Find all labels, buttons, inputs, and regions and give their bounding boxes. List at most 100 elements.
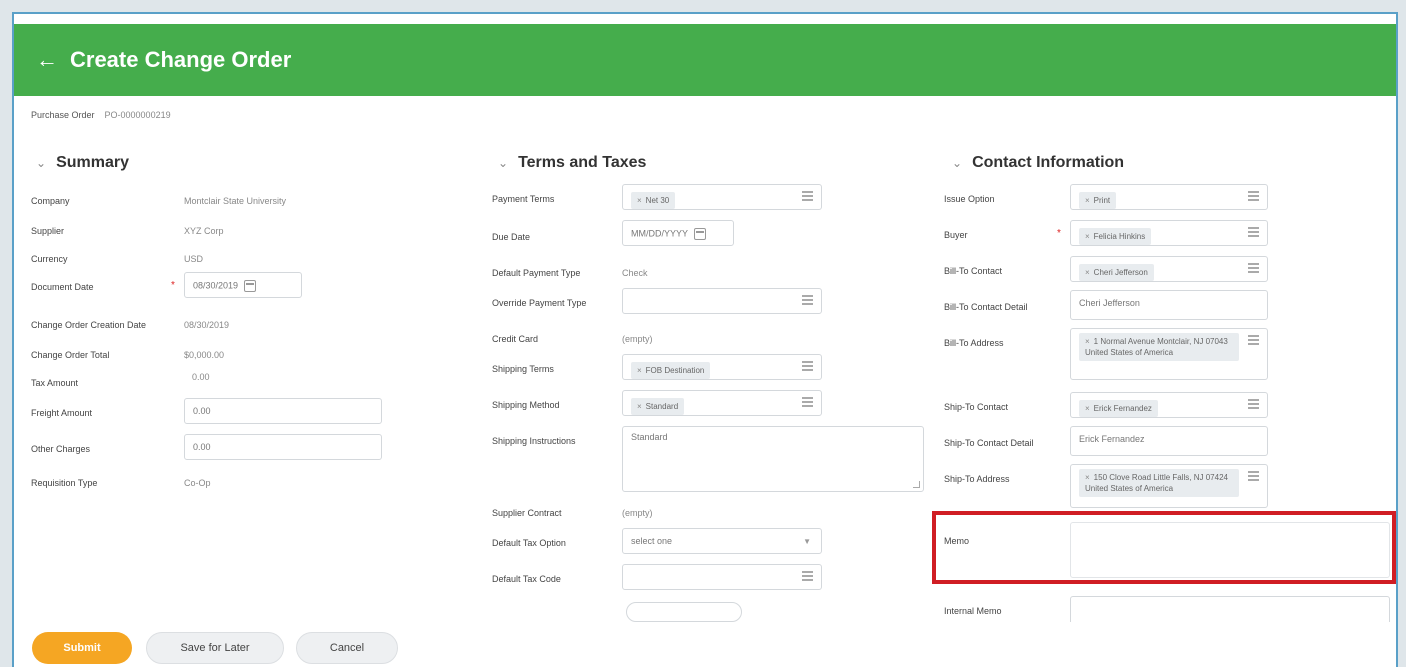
bill-to-contact-pill[interactable]: × Cheri Jefferson bbox=[1079, 264, 1154, 281]
buyer-pill[interactable]: × Felicia Hinkins bbox=[1079, 228, 1152, 245]
issue-option-field[interactable]: × Print bbox=[1070, 184, 1268, 210]
ship-to-contact-detail-label: Ship-To Contact Detail bbox=[944, 438, 1034, 448]
buyer-label: Buyer bbox=[944, 230, 968, 240]
arrow-left-icon[interactable]: ← bbox=[36, 47, 58, 73]
page-header: ← Create Change Order bbox=[14, 24, 1396, 96]
list-icon[interactable] bbox=[1248, 263, 1259, 273]
default-tax-code-field[interactable] bbox=[622, 564, 822, 590]
default-payment-type-label: Default Payment Type bbox=[492, 268, 581, 278]
chevron-down-icon[interactable]: ⌄ bbox=[36, 156, 46, 170]
shipping-terms-field[interactable]: × FOB Destination bbox=[622, 354, 822, 380]
bill-to-contact-label: Bill-To Contact bbox=[944, 266, 1003, 276]
list-icon[interactable] bbox=[1248, 191, 1259, 201]
list-icon[interactable] bbox=[802, 397, 813, 407]
list-icon[interactable] bbox=[1248, 399, 1259, 409]
remove-icon[interactable]: × bbox=[1085, 337, 1090, 346]
issue-option-pill[interactable]: × Print bbox=[1079, 192, 1117, 209]
remove-icon[interactable]: × bbox=[1085, 404, 1090, 413]
tax-amount-value: 0.00 bbox=[192, 372, 210, 382]
freight-amount-label: Freight Amount bbox=[31, 408, 93, 418]
contact-section-header[interactable]: ⌄ Contact Information bbox=[952, 154, 1124, 172]
caret-down-icon[interactable]: ▼ bbox=[803, 537, 811, 546]
ship-to-contact-label: Ship-To Contact bbox=[944, 402, 1009, 412]
chevron-down-icon[interactable]: ⌄ bbox=[952, 156, 962, 170]
remove-icon[interactable]: × bbox=[1085, 268, 1090, 277]
list-icon[interactable] bbox=[802, 361, 813, 371]
ship-to-address-field[interactable]: × 150 Clove Road Little Falls, NJ 07424 U… bbox=[1070, 464, 1268, 508]
credit-card-label: Credit Card bbox=[492, 334, 539, 344]
shipping-terms-label: Shipping Terms bbox=[492, 364, 554, 374]
payment-terms-pill[interactable]: × Net 30 bbox=[631, 192, 676, 209]
internal-memo-label: Internal Memo bbox=[944, 606, 1002, 616]
other-charges-field[interactable]: 0.00 bbox=[184, 434, 382, 460]
ship-to-contact-field[interactable]: × Erick Fernandez bbox=[1070, 392, 1268, 418]
remove-icon[interactable]: × bbox=[1085, 196, 1090, 205]
bill-to-address-pill[interactable]: × 1 Normal Avenue Montclair, NJ 07043 Uni… bbox=[1079, 333, 1239, 361]
supplier-value: XYZ Corp bbox=[184, 226, 224, 236]
supplier-contract-value: (empty) bbox=[622, 508, 653, 518]
list-icon[interactable] bbox=[1248, 471, 1259, 481]
tax-amount-label: Tax Amount bbox=[31, 378, 79, 388]
buyer-field[interactable]: × Felicia Hinkins bbox=[1070, 220, 1268, 246]
freight-amount-field[interactable]: 0.00 bbox=[184, 398, 382, 424]
purchase-order-value[interactable]: PO-0000000219 bbox=[105, 110, 171, 120]
supplier-label: Supplier bbox=[31, 226, 65, 236]
partial-field[interactable] bbox=[626, 602, 742, 622]
shipping-terms-pill[interactable]: × FOB Destination bbox=[631, 362, 711, 379]
submit-button[interactable]: Submit bbox=[32, 632, 132, 664]
list-icon[interactable] bbox=[802, 571, 813, 581]
remove-icon[interactable]: × bbox=[1085, 473, 1090, 482]
credit-card-value: (empty) bbox=[622, 334, 653, 344]
default-tax-option-select[interactable]: select one ▼ bbox=[622, 528, 822, 554]
change-order-total-value: $0,000.00 bbox=[184, 350, 225, 360]
buyer-value: Felicia Hinkins bbox=[1093, 232, 1146, 241]
list-icon[interactable] bbox=[802, 191, 813, 201]
summary-section-header[interactable]: ⌄ Summary bbox=[36, 154, 129, 172]
shipping-terms-value: FOB Destination bbox=[645, 366, 705, 375]
default-tax-option-placeholder: select one bbox=[631, 536, 673, 546]
issue-option-value: Print bbox=[1093, 196, 1111, 205]
document-date-field[interactable]: 08/30/2019 bbox=[184, 272, 302, 298]
app-frame: ← Create Change Order Purchase Order PO-… bbox=[12, 12, 1398, 667]
bill-to-contact-detail-field[interactable]: Cheri Jefferson bbox=[1070, 290, 1268, 320]
supplier-contract-label: Supplier Contract bbox=[492, 508, 562, 518]
ship-to-contact-detail-field[interactable]: Erick Fernandez bbox=[1070, 426, 1268, 456]
bill-to-contact-field[interactable]: × Cheri Jefferson bbox=[1070, 256, 1268, 282]
resize-handle-icon[interactable] bbox=[913, 481, 920, 488]
ship-to-contact-detail-value: Erick Fernandez bbox=[1079, 434, 1145, 444]
document-date-label: Document Date bbox=[31, 282, 94, 292]
list-icon[interactable] bbox=[1248, 335, 1259, 345]
terms-section-header[interactable]: ⌄ Terms and Taxes bbox=[498, 154, 646, 172]
default-tax-option-label: Default Tax Option bbox=[492, 538, 566, 548]
due-date-value: MM/DD/YYYY bbox=[631, 228, 689, 239]
shipping-instructions-textarea[interactable]: Standard bbox=[622, 426, 924, 492]
calendar-icon[interactable] bbox=[244, 280, 257, 292]
shipping-method-pill[interactable]: × Standard bbox=[631, 398, 685, 415]
list-icon[interactable] bbox=[1248, 227, 1259, 237]
ship-to-contact-pill[interactable]: × Erick Fernandez bbox=[1079, 400, 1158, 417]
calendar-icon[interactable] bbox=[694, 228, 707, 240]
shipping-method-field[interactable]: × Standard bbox=[622, 390, 822, 416]
bill-to-contact-detail-value: Cheri Jefferson bbox=[1079, 298, 1140, 308]
issue-option-label: Issue Option bbox=[944, 194, 995, 204]
change-order-total-label: Change Order Total bbox=[31, 350, 110, 360]
shipping-method-value: Standard bbox=[645, 402, 679, 411]
currency-value: USD bbox=[184, 254, 204, 264]
due-date-field[interactable]: MM/DD/YYYY bbox=[622, 220, 734, 246]
cancel-button[interactable]: Cancel bbox=[296, 632, 398, 664]
remove-icon[interactable]: × bbox=[637, 196, 642, 205]
ship-to-contact-value: Erick Fernandez bbox=[1093, 404, 1152, 413]
remove-icon[interactable]: × bbox=[637, 402, 642, 411]
save-for-later-button[interactable]: Save for Later bbox=[146, 632, 284, 664]
ship-to-address-pill[interactable]: × 150 Clove Road Little Falls, NJ 07424 U… bbox=[1079, 469, 1239, 497]
override-payment-type-field[interactable] bbox=[622, 288, 822, 314]
company-value: Montclair State University bbox=[184, 196, 287, 206]
chevron-down-icon[interactable]: ⌄ bbox=[498, 156, 508, 170]
memo-highlight-box bbox=[932, 511, 1396, 584]
remove-icon[interactable]: × bbox=[637, 366, 642, 375]
purchase-order-label: Purchase Order bbox=[31, 110, 95, 120]
bill-to-address-field[interactable]: × 1 Normal Avenue Montclair, NJ 07043 Uni… bbox=[1070, 328, 1268, 380]
remove-icon[interactable]: × bbox=[1085, 232, 1090, 241]
payment-terms-field[interactable]: × Net 30 bbox=[622, 184, 822, 210]
list-icon[interactable] bbox=[802, 295, 813, 305]
